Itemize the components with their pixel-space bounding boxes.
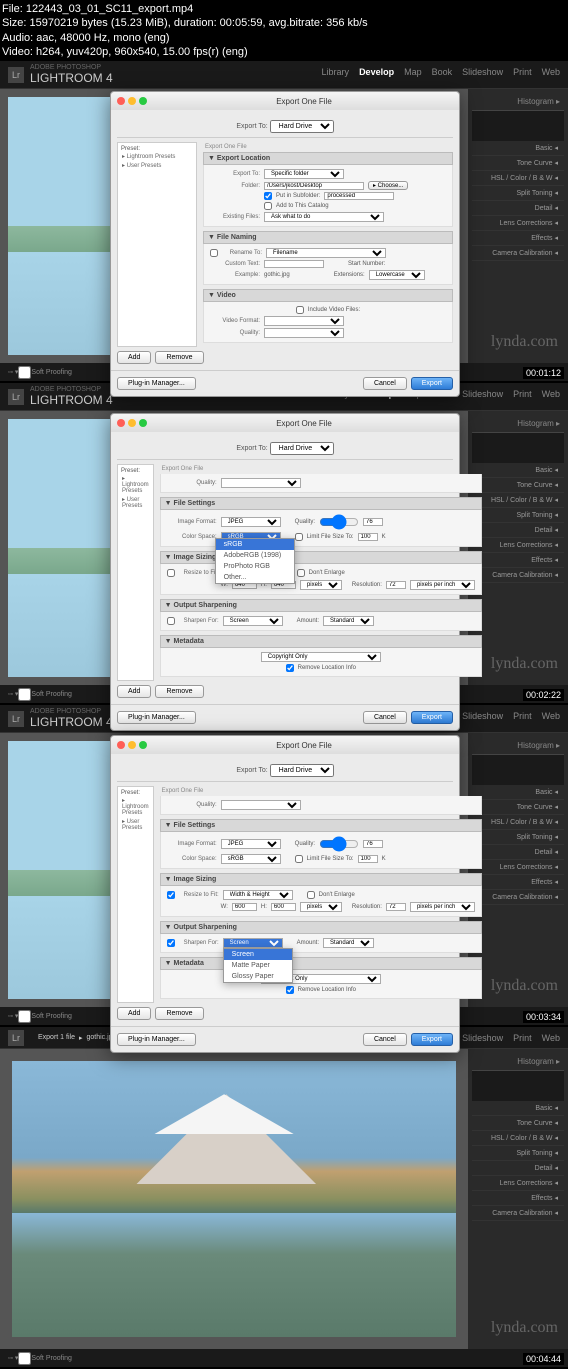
image-format-select[interactable]: JPEG xyxy=(221,517,281,527)
dd-matte[interactable]: Matte Paper xyxy=(224,960,292,971)
subfolder-input[interactable] xyxy=(324,192,394,200)
panel-camera[interactable]: Camera Calibration ◂ xyxy=(472,246,564,261)
export-to-select[interactable]: Hard Drive xyxy=(270,120,334,133)
tab-develop[interactable]: Develop xyxy=(359,67,394,77)
preset-lightroom[interactable]: ▸ Lightroom Presets xyxy=(121,152,193,161)
app-title: LIGHTROOM 4 xyxy=(30,71,113,85)
export-dialog: Export One File Export To: Hard Drive Pr… xyxy=(110,91,460,397)
histogram-header[interactable]: Histogram ▸ xyxy=(472,93,564,111)
section-metadata[interactable]: ▼ Metadata xyxy=(160,635,482,648)
file-video: Video: h264, yuv420p, 960x540, 15.00 fps… xyxy=(2,45,566,59)
app-logo: Lr xyxy=(8,389,24,405)
add-button[interactable]: Add xyxy=(117,351,151,364)
sharpen-dropdown[interactable]: Screen Matte Paper Glossy Paper xyxy=(223,948,293,983)
video-format-select[interactable] xyxy=(264,316,344,326)
section-file-naming[interactable]: ▼ File Naming xyxy=(203,231,453,244)
remove-location-check[interactable] xyxy=(286,664,294,672)
watermark: lynda.com xyxy=(491,333,558,351)
timestamp: 00:01:12 xyxy=(523,367,564,379)
limit-size-check[interactable] xyxy=(295,533,303,541)
video-quality-select[interactable] xyxy=(264,328,344,338)
tab-slideshow[interactable]: Slideshow xyxy=(462,67,503,77)
custom-text-input[interactable] xyxy=(264,260,324,268)
tab-book[interactable]: Book xyxy=(432,67,453,77)
tab-web[interactable]: Web xyxy=(542,67,560,77)
extensions-select[interactable]: Lowercase xyxy=(369,270,425,280)
panel-detail[interactable]: Detail ◂ xyxy=(472,201,564,216)
section-output-sharpening[interactable]: ▼ Output Sharpening xyxy=(160,599,482,612)
resize-fit-select[interactable]: Width & Height xyxy=(223,890,293,900)
export-button[interactable]: Export xyxy=(411,377,453,390)
tab-library[interactable]: Library xyxy=(322,67,350,77)
folder-input[interactable] xyxy=(264,182,364,190)
resolution-input[interactable] xyxy=(386,581,406,589)
vendor-label: ADOBE PHOTOSHOP xyxy=(30,64,113,71)
export-location-select[interactable]: Specific folder xyxy=(264,169,344,179)
file-audio: Audio: aac, 48000 Hz, mono (eng) xyxy=(2,31,566,45)
example-value: gothic.jpg xyxy=(264,272,290,278)
sharpen-for-select[interactable]: Screen xyxy=(223,938,283,948)
preset-user[interactable]: ▸ User Presets xyxy=(121,161,193,170)
metadata-select[interactable]: Copyright Only xyxy=(261,652,381,662)
dd-screen[interactable]: Screen xyxy=(224,949,292,960)
cancel-button[interactable]: Cancel xyxy=(363,377,407,390)
panel-split[interactable]: Split Toning ◂ xyxy=(472,186,564,201)
file-name: File: 122443_03_01_SC11_export.mp4 xyxy=(2,2,566,16)
resize-check[interactable] xyxy=(167,569,175,577)
sharpen-check[interactable] xyxy=(167,617,175,625)
panel-basic[interactable]: Basic ◂ xyxy=(472,141,564,156)
module-nav: Library Develop Map Book Slideshow Print… xyxy=(322,67,560,77)
plugin-manager-button[interactable]: Plug-in Manager... xyxy=(117,377,196,390)
section-image-sizing[interactable]: ▼ Image Sizing xyxy=(160,551,482,564)
breadcrumb-1[interactable]: Export 1 file xyxy=(38,1034,75,1041)
export-to-label: Export To: xyxy=(236,123,267,130)
subfolder-check[interactable] xyxy=(264,192,272,200)
minimize-icon[interactable] xyxy=(128,97,136,105)
include-video-check[interactable] xyxy=(296,306,304,314)
rename-check[interactable] xyxy=(210,249,218,257)
dd-other[interactable]: Other... xyxy=(216,572,294,583)
dd-adobergb[interactable]: AdobeRGB (1998) xyxy=(216,550,294,561)
color-space-dropdown[interactable]: sRGB AdobeRGB (1998) ProPhoto RGB Other.… xyxy=(215,538,295,584)
zoom-icon[interactable] xyxy=(139,97,147,105)
dd-glossy[interactable]: Glossy Paper xyxy=(224,971,292,982)
existing-files-select[interactable]: Ask what to do xyxy=(264,212,384,222)
panel-hsl[interactable]: HSL / Color / B & W ◂ xyxy=(472,171,564,186)
panel-lens[interactable]: Lens Corrections ◂ xyxy=(472,216,564,231)
photo-preview-full xyxy=(12,1061,456,1337)
file-size: Size: 15970219 bytes (15.23 MiB), durati… xyxy=(2,16,566,30)
app-logo: Lr xyxy=(8,67,24,83)
soft-proof-check[interactable] xyxy=(18,366,31,379)
rename-select[interactable]: Filename xyxy=(266,248,386,258)
close-icon[interactable] xyxy=(117,97,125,105)
choose-button[interactable]: ▸ Choose... xyxy=(368,181,408,190)
section-export-location[interactable]: ▼ Export Location xyxy=(203,152,453,165)
add-catalog-check[interactable] xyxy=(264,202,272,210)
dd-srgb[interactable]: sRGB xyxy=(216,539,294,550)
section-file-settings[interactable]: ▼ File Settings xyxy=(160,497,482,510)
panel-effects[interactable]: Effects ◂ xyxy=(472,231,564,246)
dd-prophoto[interactable]: ProPhoto RGB xyxy=(216,561,294,572)
remove-button[interactable]: Remove xyxy=(155,351,203,364)
quality-value[interactable] xyxy=(363,518,383,526)
tab-map[interactable]: Map xyxy=(404,67,422,77)
tab-print[interactable]: Print xyxy=(513,67,532,77)
panel-tone[interactable]: Tone Curve ◂ xyxy=(472,156,564,171)
dialog-title: Export One File xyxy=(155,97,453,106)
quality-slider[interactable] xyxy=(319,514,359,530)
section-video[interactable]: ▼ Video xyxy=(203,289,453,302)
